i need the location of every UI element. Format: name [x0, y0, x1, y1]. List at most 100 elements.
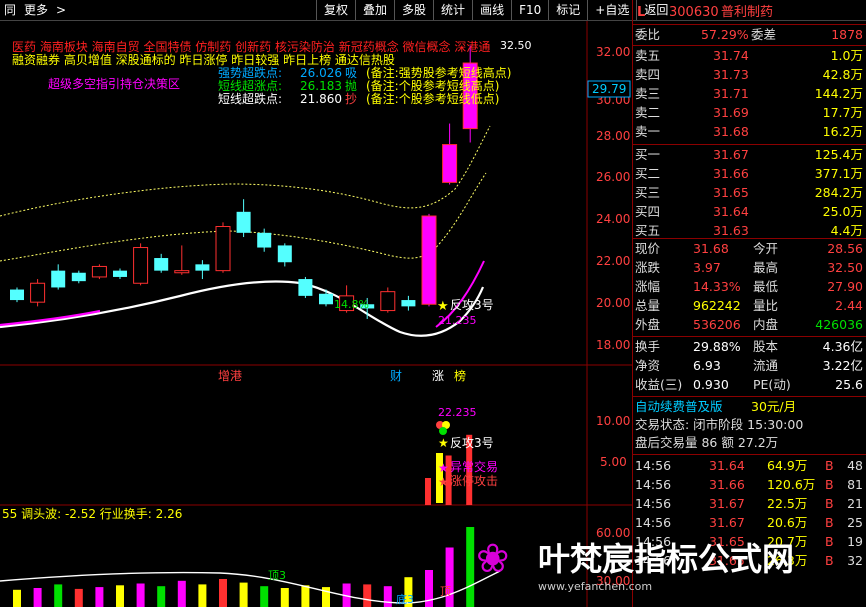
candle[interactable] — [215, 226, 231, 272]
bid-label: 买一 — [635, 147, 661, 162]
indicator-bar — [177, 580, 186, 607]
indicator-bar — [198, 584, 207, 607]
current-price-label: 29.79 — [592, 82, 626, 96]
fund-label: 流通 — [753, 358, 779, 373]
add-watchlist-button[interactable]: +自选 — [587, 0, 636, 20]
axis-tick: 32.00 — [596, 45, 630, 59]
toolbar-more-button[interactable]: 更多 — [20, 0, 52, 20]
signal2-action: 抛 — [345, 78, 357, 93]
signal2-value: 26.183 — [300, 79, 342, 93]
ask-price[interactable]: 31.73 — [713, 66, 749, 84]
candle[interactable] — [401, 300, 416, 307]
candle[interactable] — [257, 232, 272, 248]
overlay-button[interactable]: 叠加 — [355, 0, 394, 20]
bid-price[interactable]: 31.64 — [713, 203, 749, 221]
ask-volume: 42.8万 — [822, 67, 863, 82]
sector-tags-line1: 医药 海南板块 海南自贸 全国特债 仿制药 创新药 核污染防治 新冠药概念 微信… — [12, 39, 490, 54]
candle[interactable] — [319, 293, 333, 305]
bid-volume: 284.2万 — [814, 185, 863, 200]
signal1-action: 吸 — [345, 66, 357, 80]
candle[interactable] — [174, 270, 190, 274]
candle[interactable] — [10, 289, 24, 301]
trade-status: 交易状态: 闭市阶段 15:30:00 — [635, 417, 804, 432]
ask-price[interactable]: 31.71 — [713, 85, 749, 103]
bid-volume: 377.1万 — [814, 166, 863, 181]
ask-label: 卖五 — [635, 48, 661, 63]
stat-value: 28.56 — [827, 241, 863, 256]
multi-stock-button[interactable]: 多股 — [394, 0, 433, 20]
f10-button[interactable]: F10 — [511, 0, 548, 20]
tick-count: 48 — [847, 458, 863, 473]
candle[interactable] — [51, 270, 66, 288]
mark-button[interactable]: 标记 — [548, 0, 587, 20]
candle[interactable] — [91, 265, 107, 278]
ask-price[interactable]: 31.69 — [713, 104, 749, 122]
draw-line-button[interactable]: 画线 — [472, 0, 511, 20]
candle[interactable] — [236, 211, 251, 233]
after-hours-volume: 盘后交易量 86 额 27.2万 — [635, 435, 779, 450]
toolbar-same-button[interactable]: 同 — [0, 0, 20, 20]
fund-value: 25.6 — [835, 377, 863, 392]
candle[interactable] — [30, 282, 46, 303]
fuquan-button[interactable]: 复权 — [316, 0, 355, 20]
signal1-note: (备注:强势股参考短线高点) — [366, 65, 511, 80]
stat-value: 536206 — [693, 317, 741, 332]
candle[interactable] — [71, 272, 86, 282]
stat-value: 426036 — [815, 317, 863, 332]
fund-label: 净资 — [635, 358, 661, 373]
stat-label: 总量 — [635, 298, 661, 313]
kline-chart[interactable]: 32.00 30.00 28.00 26.00 24.00 22.00 20.0… — [0, 21, 632, 607]
bid-price[interactable]: 31.66 — [713, 165, 749, 183]
candle[interactable] — [298, 279, 313, 296]
indicator-bar — [383, 586, 392, 607]
watermark-logo: ❀ 叶梵宸指标公式网 www.yefanchen.com — [476, 536, 794, 593]
bid-price[interactable]: 31.65 — [713, 184, 749, 202]
news-tag[interactable]: 榜 — [454, 368, 466, 383]
watermark-url: www.yefanchen.com — [538, 580, 652, 593]
news-tag[interactable]: 财 — [390, 369, 402, 383]
candle[interactable] — [113, 270, 127, 277]
stat-value: 962242 — [693, 298, 741, 313]
fund-value: 29.88% — [693, 339, 741, 354]
ad-price[interactable]: 30元/月 — [751, 398, 796, 416]
bid-label: 买三 — [635, 185, 661, 200]
signal3-value: 21.860 — [300, 92, 342, 106]
axis-tick: 10.00 — [596, 414, 630, 428]
indicator-bar — [239, 582, 248, 607]
candle[interactable] — [421, 215, 437, 305]
candle[interactable] — [277, 245, 292, 263]
candle[interactable] — [133, 247, 149, 284]
watermark-text: 叶梵宸指标公式网 — [538, 540, 794, 578]
stats-button[interactable]: 统计 — [433, 0, 472, 20]
indicator-bar — [280, 588, 289, 607]
indicator-bar — [33, 588, 42, 607]
weicha-label: 委差 — [751, 27, 777, 42]
axis-tick: 28.00 — [596, 129, 630, 143]
news-tag[interactable]: 涨 — [432, 368, 444, 383]
fund-value: 6.93 — [693, 358, 721, 373]
ask-price[interactable]: 31.68 — [713, 123, 749, 141]
candle[interactable] — [154, 258, 169, 271]
toolbar-next-icon[interactable]: > — [52, 0, 70, 20]
indicator-bar — [74, 588, 83, 607]
tick-direction: B — [825, 496, 834, 511]
stock-code: 300630 — [669, 5, 719, 20]
candle[interactable] — [195, 264, 210, 271]
candle[interactable] — [380, 291, 396, 312]
stat-value: 27.90 — [827, 279, 863, 294]
fund-label: PE(动) — [753, 377, 791, 392]
bid-price[interactable]: 31.67 — [713, 146, 749, 164]
stat-value: 32.50 — [827, 260, 863, 275]
stat-label: 外盘 — [635, 317, 661, 332]
stat-value: 31.68 — [693, 241, 729, 256]
tick-count: 21 — [847, 496, 863, 511]
news-tag[interactable]: 增港 — [218, 369, 242, 383]
ask-label: 卖四 — [635, 67, 661, 82]
ask-volume: 17.7万 — [822, 105, 863, 120]
tick-time: 14:56 — [635, 477, 672, 492]
indicator-header: 55 调头波: -2.52 行业换手: 2.26 — [2, 507, 182, 521]
axis-tick: 5.00 — [600, 455, 627, 469]
candle[interactable] — [442, 144, 458, 183]
ad-banner[interactable]: 自动续费普及版 — [635, 398, 723, 416]
ask-price[interactable]: 31.74 — [713, 47, 749, 65]
